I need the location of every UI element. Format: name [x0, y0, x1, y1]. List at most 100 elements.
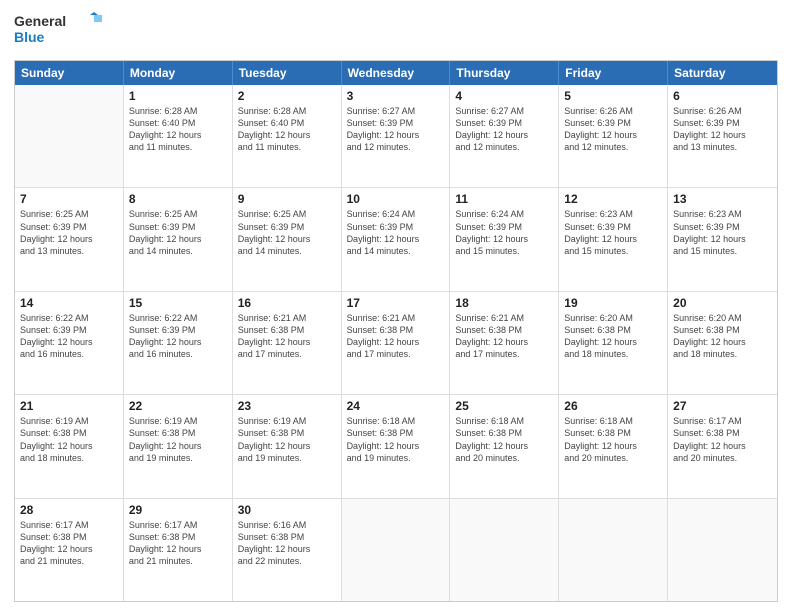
calendar-cell: 4Sunrise: 6:27 AM Sunset: 6:39 PM Daylig… — [450, 85, 559, 187]
calendar-cell: 15 Sunrise: 6:22 AM Sunset: 6:39 PM Dayli… — [124, 292, 233, 394]
calendar-cell: 11 Sunrise: 6:24 AM Sunset: 6:39 PM Dayli… — [450, 188, 559, 290]
header-cell-sunday: Sunday — [15, 61, 124, 85]
day-number: 23 — [238, 399, 336, 413]
day-info: Sunrise: 6:20 AM Sunset: 6:38 PM Dayligh… — [564, 312, 662, 361]
day-info: Sunrise: 6:24 AM Sunset: 6:39 PM Dayligh… — [455, 208, 553, 257]
calendar-row-3: 21 Sunrise: 6:19 AM Sunset: 6:38 PM Dayli… — [15, 394, 777, 497]
day-number: 20 — [673, 296, 772, 310]
day-number: 25 — [455, 399, 553, 413]
calendar-cell: 24 Sunrise: 6:18 AM Sunset: 6:38 PM Dayli… — [342, 395, 451, 497]
calendar-cell: 20 Sunrise: 6:20 AM Sunset: 6:38 PM Dayli… — [668, 292, 777, 394]
day-number: 19 — [564, 296, 662, 310]
calendar-cell — [15, 85, 124, 187]
day-number: 1 — [129, 89, 227, 103]
day-number: 21 — [20, 399, 118, 413]
calendar-cell: 14 Sunrise: 6:22 AM Sunset: 6:39 PM Dayli… — [15, 292, 124, 394]
calendar-cell: 16 Sunrise: 6:21 AM Sunset: 6:38 PM Dayli… — [233, 292, 342, 394]
calendar-cell: 17Sunrise: 6:21 AM Sunset: 6:38 PM Dayli… — [342, 292, 451, 394]
calendar-header: SundayMondayTuesdayWednesdayThursdayFrid… — [15, 61, 777, 85]
day-info: Sunrise: 6:19 AM Sunset: 6:38 PM Dayligh… — [238, 415, 336, 464]
day-info: Sunrise: 6:25 AM Sunset: 6:39 PM Dayligh… — [129, 208, 227, 257]
day-number: 16 — [238, 296, 336, 310]
day-number: 7 — [20, 192, 118, 206]
calendar-cell: 2 Sunrise: 6:28 AM Sunset: 6:40 PM Daylig… — [233, 85, 342, 187]
day-number: 28 — [20, 503, 118, 517]
logo: General Blue — [14, 10, 104, 52]
calendar-cell: 22 Sunrise: 6:19 AM Sunset: 6:38 PM Dayli… — [124, 395, 233, 497]
calendar-row-1: 7 Sunrise: 6:25 AM Sunset: 6:39 PM Daylig… — [15, 187, 777, 290]
calendar-cell: 21 Sunrise: 6:19 AM Sunset: 6:38 PM Dayli… — [15, 395, 124, 497]
day-info: Sunrise: 6:18 AM Sunset: 6:38 PM Dayligh… — [455, 415, 553, 464]
calendar-cell — [450, 499, 559, 601]
day-number: 8 — [129, 192, 227, 206]
calendar-cell: 18 Sunrise: 6:21 AM Sunset: 6:38 PM Dayli… — [450, 292, 559, 394]
day-info: Sunrise: 6:26 AM Sunset: 6:39 PM Dayligh… — [673, 105, 772, 154]
svg-text:Blue: Blue — [14, 29, 45, 45]
calendar: SundayMondayTuesdayWednesdayThursdayFrid… — [14, 60, 778, 602]
calendar-cell: 26 Sunrise: 6:18 AM Sunset: 6:38 PM Dayli… — [559, 395, 668, 497]
day-number: 6 — [673, 89, 772, 103]
day-number: 14 — [20, 296, 118, 310]
day-info: Sunrise: 6:22 AM Sunset: 6:39 PM Dayligh… — [129, 312, 227, 361]
day-number: 15 — [129, 296, 227, 310]
calendar-cell: 28 Sunrise: 6:17 AM Sunset: 6:38 PM Dayli… — [15, 499, 124, 601]
calendar-cell: 25 Sunrise: 6:18 AM Sunset: 6:38 PM Dayli… — [450, 395, 559, 497]
calendar-cell: 9 Sunrise: 6:25 AM Sunset: 6:39 PM Daylig… — [233, 188, 342, 290]
logo-svg: General Blue — [14, 10, 104, 52]
calendar-cell: 8 Sunrise: 6:25 AM Sunset: 6:39 PM Daylig… — [124, 188, 233, 290]
calendar-cell — [342, 499, 451, 601]
day-number: 24 — [347, 399, 445, 413]
day-info: Sunrise: 6:17 AM Sunset: 6:38 PM Dayligh… — [20, 519, 118, 568]
day-info: Sunrise: 6:19 AM Sunset: 6:38 PM Dayligh… — [20, 415, 118, 464]
day-info: Sunrise: 6:23 AM Sunset: 6:39 PM Dayligh… — [564, 208, 662, 257]
calendar-body: 1 Sunrise: 6:28 AM Sunset: 6:40 PM Daylig… — [15, 85, 777, 601]
calendar-cell — [668, 499, 777, 601]
day-info: Sunrise: 6:19 AM Sunset: 6:38 PM Dayligh… — [129, 415, 227, 464]
calendar-cell: 5 Sunrise: 6:26 AM Sunset: 6:39 PM Daylig… — [559, 85, 668, 187]
day-number: 27 — [673, 399, 772, 413]
calendar-cell: 6 Sunrise: 6:26 AM Sunset: 6:39 PM Daylig… — [668, 85, 777, 187]
day-number: 26 — [564, 399, 662, 413]
day-number: 5 — [564, 89, 662, 103]
day-info: Sunrise: 6:18 AM Sunset: 6:38 PM Dayligh… — [347, 415, 445, 464]
day-info: Sunrise: 6:25 AM Sunset: 6:39 PM Dayligh… — [238, 208, 336, 257]
calendar-cell: 19 Sunrise: 6:20 AM Sunset: 6:38 PM Dayli… — [559, 292, 668, 394]
day-number: 10 — [347, 192, 445, 206]
header-cell-monday: Monday — [124, 61, 233, 85]
header-cell-thursday: Thursday — [450, 61, 559, 85]
day-number: 4 — [455, 89, 553, 103]
day-number: 22 — [129, 399, 227, 413]
day-number: 2 — [238, 89, 336, 103]
day-info: Sunrise: 6:25 AM Sunset: 6:39 PM Dayligh… — [20, 208, 118, 257]
day-info: Sunrise: 6:17 AM Sunset: 6:38 PM Dayligh… — [129, 519, 227, 568]
calendar-cell: 27Sunrise: 6:17 AM Sunset: 6:38 PM Dayli… — [668, 395, 777, 497]
svg-text:General: General — [14, 13, 66, 29]
day-info: Sunrise: 6:21 AM Sunset: 6:38 PM Dayligh… — [455, 312, 553, 361]
day-info: Sunrise: 6:28 AM Sunset: 6:40 PM Dayligh… — [238, 105, 336, 154]
day-number: 30 — [238, 503, 336, 517]
day-number: 3 — [347, 89, 445, 103]
calendar-cell — [559, 499, 668, 601]
calendar-row-2: 14 Sunrise: 6:22 AM Sunset: 6:39 PM Dayli… — [15, 291, 777, 394]
header-cell-tuesday: Tuesday — [233, 61, 342, 85]
day-number: 11 — [455, 192, 553, 206]
day-number: 12 — [564, 192, 662, 206]
day-number: 9 — [238, 192, 336, 206]
day-info: Sunrise: 6:22 AM Sunset: 6:39 PM Dayligh… — [20, 312, 118, 361]
day-info: Sunrise: 6:24 AM Sunset: 6:39 PM Dayligh… — [347, 208, 445, 257]
page: General Blue SundayMondayTuesdayWednesda… — [0, 0, 792, 612]
day-number: 18 — [455, 296, 553, 310]
calendar-row-0: 1 Sunrise: 6:28 AM Sunset: 6:40 PM Daylig… — [15, 85, 777, 187]
calendar-cell: 29Sunrise: 6:17 AM Sunset: 6:38 PM Dayli… — [124, 499, 233, 601]
header-cell-friday: Friday — [559, 61, 668, 85]
day-info: Sunrise: 6:18 AM Sunset: 6:38 PM Dayligh… — [564, 415, 662, 464]
day-info: Sunrise: 6:20 AM Sunset: 6:38 PM Dayligh… — [673, 312, 772, 361]
day-number: 17 — [347, 296, 445, 310]
calendar-cell: 23 Sunrise: 6:19 AM Sunset: 6:38 PM Dayli… — [233, 395, 342, 497]
calendar-cell: 1Sunrise: 6:28 AM Sunset: 6:40 PM Daylig… — [124, 85, 233, 187]
day-info: Sunrise: 6:21 AM Sunset: 6:38 PM Dayligh… — [238, 312, 336, 361]
day-number: 13 — [673, 192, 772, 206]
day-info: Sunrise: 6:27 AM Sunset: 6:39 PM Dayligh… — [347, 105, 445, 154]
day-info: Sunrise: 6:23 AM Sunset: 6:39 PM Dayligh… — [673, 208, 772, 257]
day-info: Sunrise: 6:26 AM Sunset: 6:39 PM Dayligh… — [564, 105, 662, 154]
